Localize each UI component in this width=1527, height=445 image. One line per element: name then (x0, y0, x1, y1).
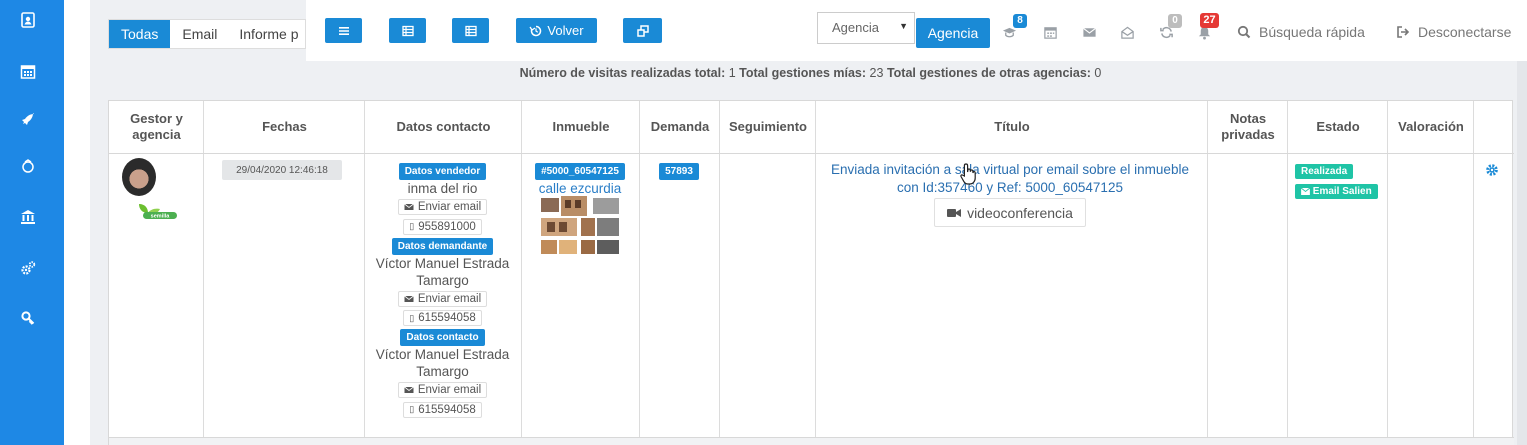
volver-label: Volver (547, 23, 584, 38)
property-ref-label[interactable]: #5000_60547125 (535, 163, 625, 180)
settings-cogs-icon[interactable] (19, 259, 37, 277)
buyer-name: Víctor Manuel Estrada Tamargo (375, 255, 510, 288)
header-titulo[interactable]: Título (816, 101, 1208, 153)
agency-select[interactable]: Agencia ▼ (817, 12, 915, 44)
row-settings-gear-icon[interactable] (1485, 163, 1499, 177)
videoconference-button[interactable]: videoconferencia (934, 198, 1086, 227)
quick-search-label: Búsqueda rápida (1259, 24, 1365, 40)
left-sidebar (0, 0, 64, 445)
contact-data-cell: Datos vendedor inma del rio Enviar email… (366, 162, 519, 418)
detail-list-button[interactable] (452, 18, 489, 43)
header-notas[interactable]: Notas privadas (1208, 101, 1288, 153)
list-icon (338, 26, 349, 35)
logout-label: Desconectarse (1418, 24, 1512, 40)
header-demanda[interactable]: Demanda (640, 101, 720, 153)
sync-badge: 0 (1168, 14, 1182, 28)
list-view-button[interactable] (325, 18, 362, 43)
status-done-badge: Realizada (1295, 164, 1354, 179)
phone-icon: ▯ (409, 312, 415, 323)
buyer-label: Datos demandante (391, 237, 494, 255)
calendar-toolbar-icon[interactable] (1042, 24, 1058, 40)
visit-date: 29/04/2020 12:46:18 (222, 160, 342, 180)
header-fechas[interactable]: Fechas (204, 101, 365, 153)
volver-button[interactable]: Volver (516, 18, 597, 43)
seller-name: inma del rio (407, 181, 478, 196)
envelope-icon (404, 203, 414, 210)
windows-icon (636, 24, 649, 37)
alerts-badge: 27 (1200, 13, 1219, 28)
contact-email-button[interactable]: Enviar email (397, 382, 488, 398)
agency-logo: semilla (139, 204, 177, 220)
contacts-icon[interactable] (19, 11, 37, 29)
key-search-icon[interactable] (19, 309, 37, 327)
video-camera-icon (947, 208, 962, 217)
tab-todas[interactable]: Todas (109, 20, 171, 48)
header-datos-contacto[interactable]: Datos contacto (365, 101, 522, 153)
windows-button[interactable] (623, 18, 662, 43)
calendar-icon[interactable] (19, 62, 37, 80)
open-envelope-icon[interactable] (1119, 24, 1135, 40)
seller-phone[interactable]: ▯ 955891000 (403, 218, 482, 235)
sign-out-icon (1397, 26, 1410, 38)
property-photo[interactable] (541, 196, 619, 254)
property-cell: #5000_60547125 calle ezcurdia (522, 162, 638, 197)
status-cell: Realizada Email Salien (1295, 161, 1381, 199)
other-value: 0 (1094, 66, 1102, 80)
agency-logo-text: semilla (151, 214, 171, 220)
avatar (122, 158, 156, 196)
notifications-badge: 8 (1013, 14, 1027, 28)
contact-phone[interactable]: ▯ 615594058 (403, 401, 482, 418)
demand-id-label[interactable]: 57893 (659, 163, 699, 180)
app-window: Todas Email Informe p Volver Agencia ▼ A… (0, 0, 1527, 445)
phone-icon: ▯ (409, 221, 415, 231)
envelope-icon (1300, 187, 1311, 195)
visits-value: 1 (728, 66, 736, 80)
seller-email-button[interactable]: Enviar email (397, 199, 488, 215)
own-value: 23 (869, 66, 884, 80)
rocket-icon[interactable] (19, 111, 37, 129)
contact-label: Datos contacto (400, 329, 485, 346)
visits-label: Número de visitas realizadas total: (519, 66, 726, 80)
demand-cell: 57893 (640, 162, 718, 180)
table-icon (464, 25, 477, 36)
phone-icon: ▯ (409, 404, 415, 414)
search-icon (1237, 25, 1251, 39)
compact-list-button[interactable] (389, 18, 426, 43)
back-history-icon (529, 25, 542, 36)
agency-select-value: Agencia (832, 20, 879, 35)
header-valoracion[interactable]: Valoración (1388, 101, 1474, 153)
seller-label: Datos vendedor (398, 163, 487, 180)
buyer-phone[interactable]: ▯ 615594058 (403, 310, 482, 326)
hand-cursor-icon (960, 163, 976, 185)
filter-tabs: Todas Email Informe p (108, 19, 307, 49)
caret-down-icon: ▼ (899, 21, 908, 31)
videoconference-label: videoconferencia (967, 204, 1073, 221)
contact-name: Víctor Manuel Estrada Tamargo (375, 347, 510, 379)
other-label: Total gestiones de otras agencias: (886, 66, 1091, 80)
own-label: Total gestiones mías: (739, 66, 867, 80)
envelope-icon (404, 295, 414, 302)
status-email-badge: Email Salien (1295, 184, 1378, 199)
header-inmueble[interactable]: Inmueble (522, 101, 640, 153)
quick-search[interactable]: Búsqueda rápida (1237, 24, 1365, 40)
envelope-icon (404, 386, 414, 393)
title-line-1[interactable]: Enviada invitación a sala virtual por em… (816, 161, 1204, 179)
bank-icon[interactable] (19, 208, 37, 226)
header-estado[interactable]: Estado (1288, 101, 1388, 153)
tab-email[interactable]: Email (170, 20, 229, 48)
property-street-link[interactable]: calle ezcurdia (522, 180, 638, 197)
logout-link[interactable]: Desconectarse (1396, 24, 1511, 40)
list-detail-icon (401, 25, 414, 36)
buyer-email-button[interactable]: Enviar email (397, 290, 488, 307)
handshake-icon[interactable] (19, 157, 37, 175)
header-gestor[interactable]: Gestor y agencia (109, 101, 204, 153)
header-seguimiento[interactable]: Seguimiento (720, 101, 816, 153)
title-line-2[interactable]: con Id:357460 y Ref: 5000_60547125 (816, 179, 1204, 197)
visits-table: Gestor y agencia Fechas Datos contacto I… (108, 100, 1514, 445)
agency-button[interactable]: Agencia (916, 18, 990, 48)
mail-icon[interactable] (1081, 24, 1097, 40)
title-cell: Enviada invitación a sala virtual por em… (816, 161, 1204, 197)
tab-informe[interactable]: Informe p (229, 20, 305, 48)
totals-summary: Número de visitas realizadas total: 1 To… (108, 66, 1513, 80)
